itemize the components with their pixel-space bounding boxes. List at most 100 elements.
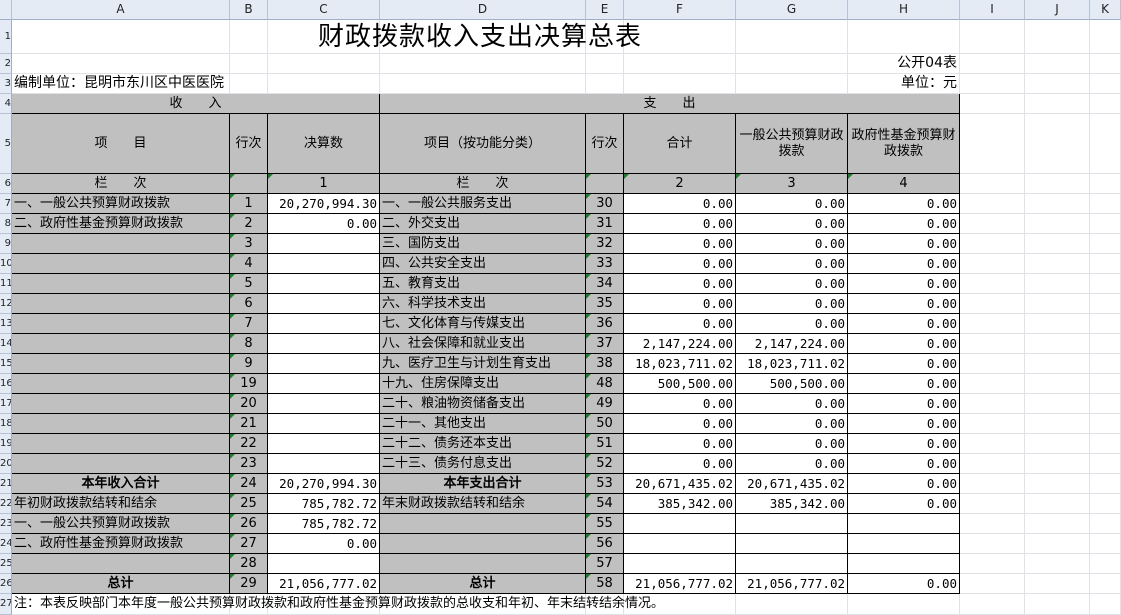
expense-line-cell[interactable]: 58 xyxy=(586,574,624,594)
expense-item-cell[interactable]: 六、科学技术支出 xyxy=(380,294,586,314)
expense-general-cell[interactable]: 385,342.00 xyxy=(736,494,848,514)
col-index-label-right[interactable]: 栏 次 xyxy=(380,174,586,194)
income-item-cell[interactable] xyxy=(12,434,230,454)
expense-line-cell[interactable]: 35 xyxy=(586,294,624,314)
income-line-cell[interactable]: 7 xyxy=(230,314,268,334)
income-line-cell[interactable]: 6 xyxy=(230,294,268,314)
income-item-cell[interactable]: 总计 xyxy=(12,574,230,594)
expense-item-cell[interactable]: 年末财政拨款结转和结余 xyxy=(380,494,586,514)
income-amount-cell[interactable] xyxy=(268,354,380,374)
expense-fund-cell[interactable]: 0.00 xyxy=(848,194,960,214)
header-general-budget[interactable]: 一般公共预算财政拨款 xyxy=(736,114,848,174)
expense-fund-cell[interactable]: 0.00 xyxy=(848,294,960,314)
row-header[interactable]: 17 xyxy=(0,394,12,414)
row-header[interactable]: 20 xyxy=(0,454,12,474)
expense-line-cell[interactable]: 34 xyxy=(586,274,624,294)
expense-fund-cell[interactable]: 0.00 xyxy=(848,274,960,294)
column-header-h[interactable]: H xyxy=(848,0,960,20)
expense-item-cell[interactable] xyxy=(380,554,586,574)
expense-section-header[interactable]: 支 出 xyxy=(380,94,960,114)
expense-total-cell[interactable]: 20,671,435.02 xyxy=(624,474,736,494)
expense-fund-cell[interactable]: 0.00 xyxy=(848,254,960,274)
income-item-cell[interactable] xyxy=(12,454,230,474)
income-amount-cell[interactable]: 21,056,777.02 xyxy=(268,574,380,594)
income-line-cell[interactable]: 5 xyxy=(230,274,268,294)
spreadsheet[interactable]: A B C D E F G H I J K 1 2 3 4 5 6 7 8 9 10 11 12 13 14 15 16 17 18 19… xyxy=(0,0,1121,615)
expense-line-cell[interactable]: 33 xyxy=(586,254,624,274)
column-header-e[interactable]: E xyxy=(586,0,624,20)
expense-fund-cell[interactable]: 0.00 xyxy=(848,214,960,234)
expense-line-cell[interactable]: 32 xyxy=(586,234,624,254)
income-line-cell[interactable]: 9 xyxy=(230,354,268,374)
expense-fund-cell[interactable]: 0.00 xyxy=(848,414,960,434)
header-line-no-2[interactable]: 行次 xyxy=(586,114,624,174)
expense-general-cell[interactable] xyxy=(736,514,848,534)
expense-fund-cell[interactable]: 0.00 xyxy=(848,354,960,374)
expense-general-cell[interactable]: 20,671,435.02 xyxy=(736,474,848,494)
income-amount-cell[interactable] xyxy=(268,314,380,334)
column-header-f[interactable]: F xyxy=(624,0,736,20)
expense-line-cell[interactable]: 36 xyxy=(586,314,624,334)
column-header-k[interactable]: K xyxy=(1090,0,1121,20)
expense-item-cell[interactable]: 十九、住房保障支出 xyxy=(380,374,586,394)
expense-general-cell[interactable] xyxy=(736,554,848,574)
row-header[interactable]: 5 xyxy=(0,114,12,174)
col-index-label[interactable]: 栏 次 xyxy=(12,174,230,194)
income-amount-cell[interactable]: 20,270,994.30 xyxy=(268,194,380,214)
income-amount-cell[interactable] xyxy=(268,334,380,354)
row-header[interactable]: 1 xyxy=(0,20,12,54)
expense-total-cell[interactable]: 0.00 xyxy=(624,394,736,414)
income-line-cell[interactable]: 24 xyxy=(230,474,268,494)
row-header[interactable]: 18 xyxy=(0,414,12,434)
column-header-d[interactable]: D xyxy=(380,0,586,20)
col-index-blank-2[interactable] xyxy=(586,174,624,194)
column-header-b[interactable]: B xyxy=(230,0,268,20)
income-item-cell[interactable]: 一、一般公共预算财政拨款 xyxy=(12,194,230,214)
income-item-cell[interactable]: 年初财政拨款结转和结余 xyxy=(12,494,230,514)
header-actual[interactable]: 决算数 xyxy=(268,114,380,174)
income-line-cell[interactable]: 20 xyxy=(230,394,268,414)
expense-item-cell[interactable]: 五、教育支出 xyxy=(380,274,586,294)
income-amount-cell[interactable] xyxy=(268,394,380,414)
header-total[interactable]: 合计 xyxy=(624,114,736,174)
select-all-corner[interactable] xyxy=(0,0,12,20)
row-header[interactable]: 8 xyxy=(0,214,12,234)
header-line-no[interactable]: 行次 xyxy=(230,114,268,174)
expense-item-cell[interactable]: 一、一般公共服务支出 xyxy=(380,194,586,214)
income-item-cell[interactable] xyxy=(12,334,230,354)
row-header[interactable]: 16 xyxy=(0,374,12,394)
expense-item-cell[interactable] xyxy=(380,534,586,554)
row-header[interactable]: 4 xyxy=(0,94,12,114)
expense-fund-cell[interactable] xyxy=(848,554,960,574)
expense-general-cell[interactable]: 0.00 xyxy=(736,254,848,274)
expense-total-cell[interactable]: 500,500.00 xyxy=(624,374,736,394)
expense-total-cell[interactable]: 0.00 xyxy=(624,194,736,214)
income-line-cell[interactable]: 2 xyxy=(230,214,268,234)
expense-general-cell[interactable]: 0.00 xyxy=(736,394,848,414)
expense-total-cell[interactable]: 2,147,224.00 xyxy=(624,334,736,354)
expense-total-cell[interactable]: 0.00 xyxy=(624,434,736,454)
expense-fund-cell[interactable]: 0.00 xyxy=(848,334,960,354)
column-header-c[interactable]: C xyxy=(268,0,380,20)
expense-item-cell[interactable]: 本年支出合计 xyxy=(380,474,586,494)
income-item-cell[interactable]: 二、政府性基金预算财政拨款 xyxy=(12,534,230,554)
expense-total-cell[interactable]: 0.00 xyxy=(624,274,736,294)
income-item-cell[interactable]: 二、政府性基金预算财政拨款 xyxy=(12,214,230,234)
row-header[interactable]: 21 xyxy=(0,474,12,494)
expense-item-cell[interactable]: 四、公共安全支出 xyxy=(380,254,586,274)
income-line-cell[interactable]: 21 xyxy=(230,414,268,434)
income-item-cell[interactable]: 一、一般公共预算财政拨款 xyxy=(12,514,230,534)
header-gov-fund[interactable]: 政府性基金预算财政拨款 xyxy=(848,114,960,174)
expense-item-cell[interactable] xyxy=(380,514,586,534)
expense-total-cell[interactable]: 0.00 xyxy=(624,214,736,234)
expense-line-cell[interactable]: 37 xyxy=(586,334,624,354)
expense-item-cell[interactable]: 三、国防支出 xyxy=(380,234,586,254)
expense-total-cell[interactable] xyxy=(624,514,736,534)
income-line-cell[interactable]: 26 xyxy=(230,514,268,534)
income-item-cell[interactable] xyxy=(12,394,230,414)
expense-line-cell[interactable]: 38 xyxy=(586,354,624,374)
expense-total-cell[interactable]: 385,342.00 xyxy=(624,494,736,514)
expense-total-cell[interactable]: 0.00 xyxy=(624,234,736,254)
row-header[interactable]: 3 xyxy=(0,74,12,94)
income-line-cell[interactable]: 23 xyxy=(230,454,268,474)
